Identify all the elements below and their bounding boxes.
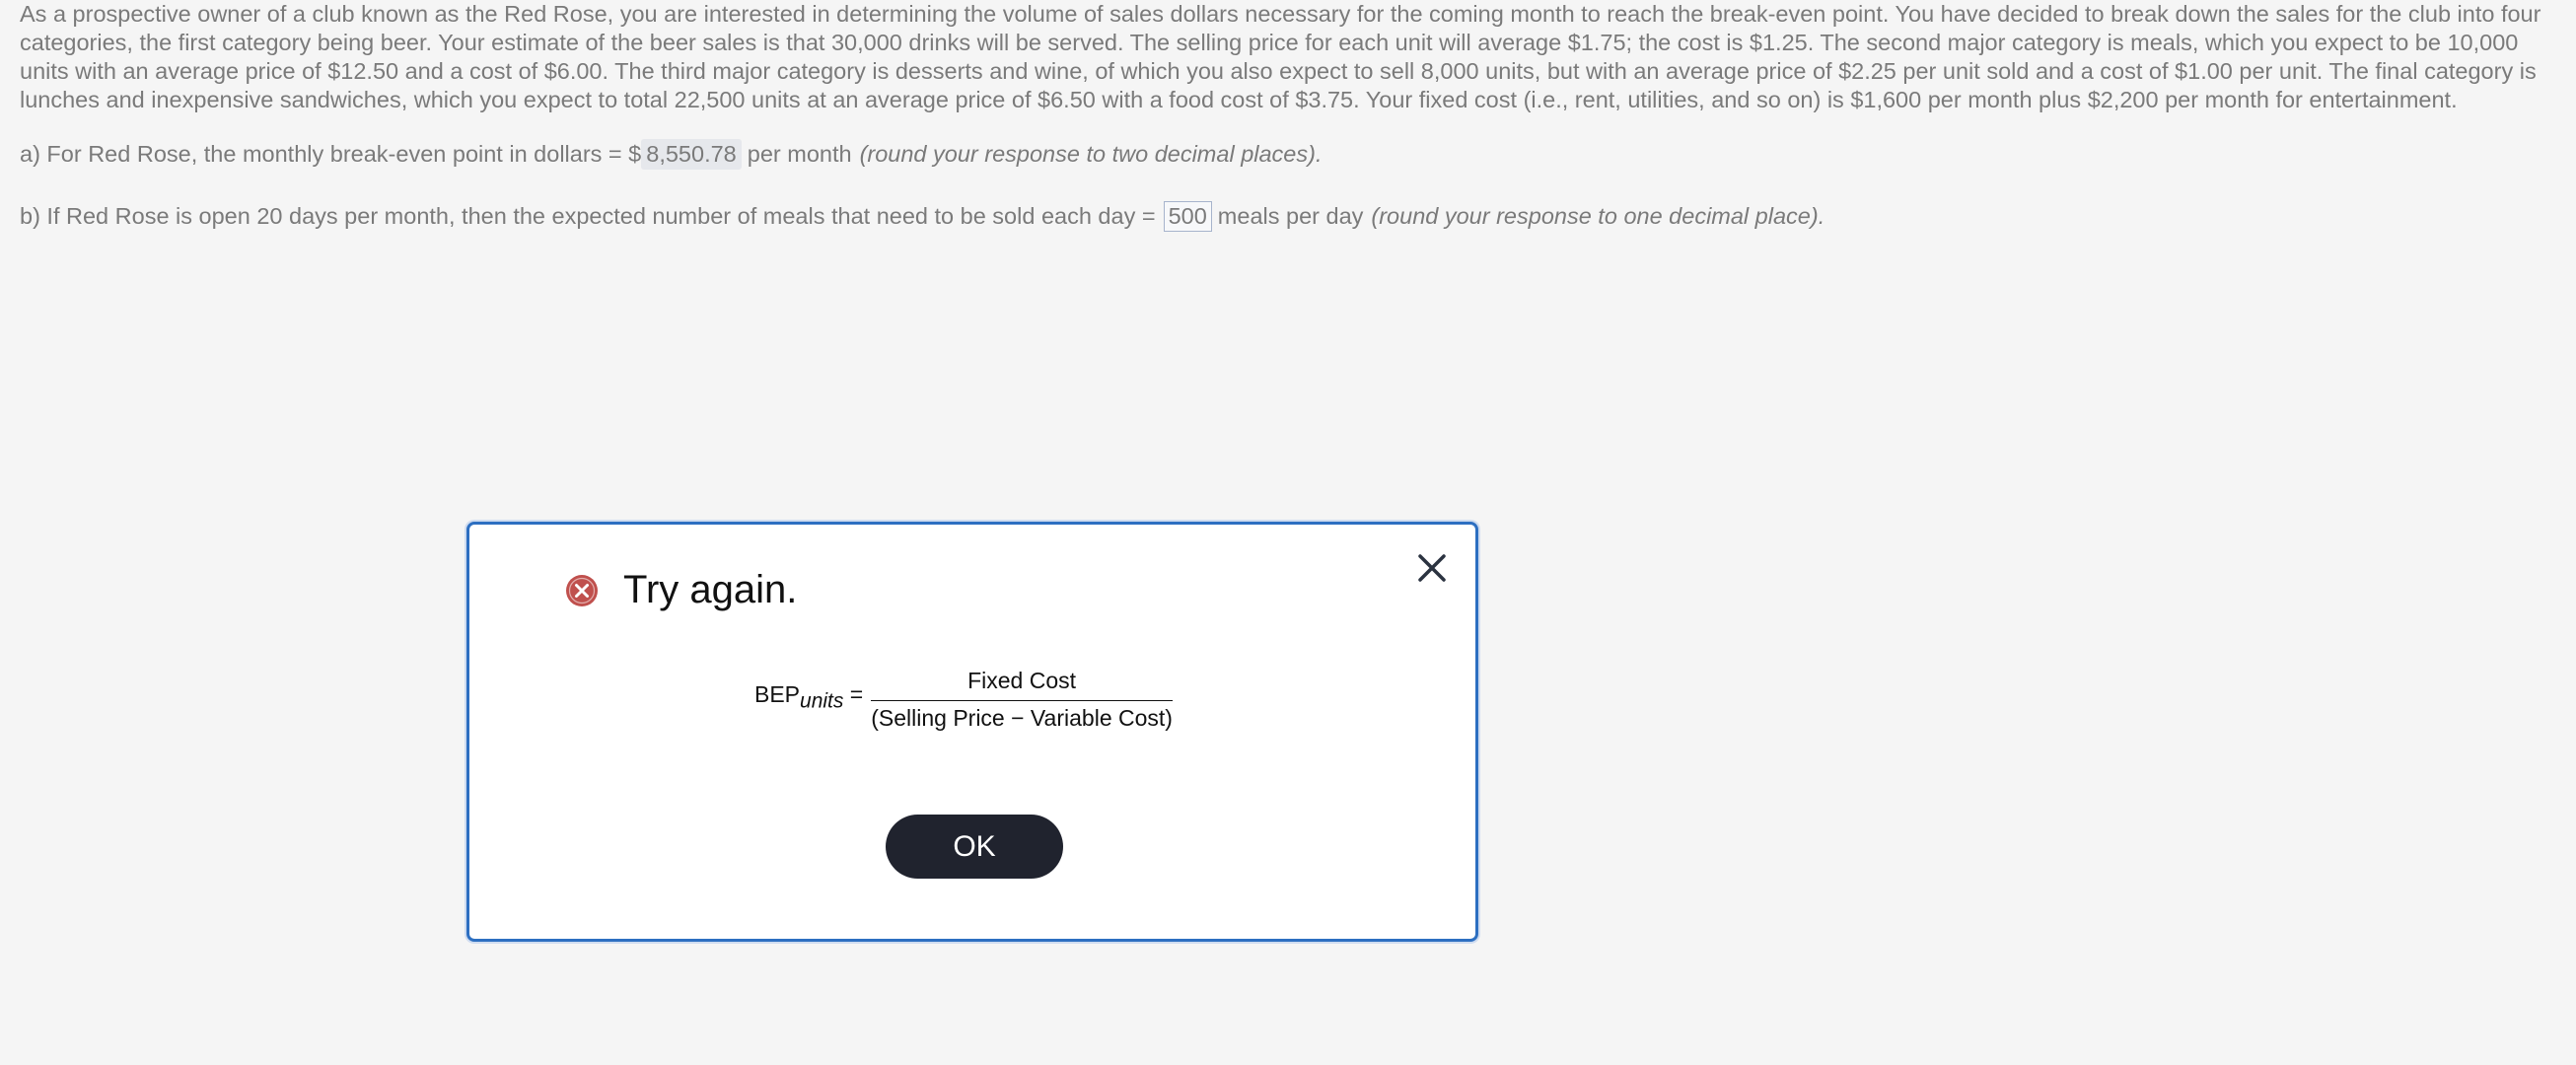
dialog-status: Try again. bbox=[565, 568, 797, 612]
question-a-answer-field[interactable]: 8,550.78 bbox=[641, 139, 742, 170]
formula-numerator: Fixed Cost bbox=[871, 668, 1173, 701]
formula-fraction: Fixed Cost (Selling Price − Variable Cos… bbox=[871, 668, 1173, 732]
question-a: a) For Red Rose, the monthly break-even … bbox=[20, 139, 1322, 170]
formula-lhs: BEPunits = bbox=[754, 681, 863, 714]
error-x-circle-icon bbox=[566, 574, 598, 606]
question-a-suffix: per month bbox=[747, 141, 852, 167]
question-b-prefix: b) If Red Rose is open 20 days per month… bbox=[20, 203, 1156, 229]
formula-denominator: (Selling Price − Variable Cost) bbox=[871, 705, 1173, 731]
question-b-rounding-note: (round your response to one decimal plac… bbox=[1371, 203, 1825, 229]
problem-text: As a prospective owner of a club known a… bbox=[20, 1, 2541, 112]
close-icon[interactable] bbox=[1412, 548, 1452, 588]
ok-button[interactable]: OK bbox=[886, 815, 1063, 879]
question-b-suffix: meals per day bbox=[1217, 203, 1364, 229]
question-a-prefix: a) For Red Rose, the monthly break-even … bbox=[20, 141, 642, 167]
feedback-dialog: Try again. BEPunits = Fixed Cost (Sellin… bbox=[466, 522, 1478, 942]
question-b: b) If Red Rose is open 20 days per month… bbox=[20, 201, 1825, 232]
page: As a prospective owner of a club known a… bbox=[0, 0, 2576, 1065]
formula-equals: = bbox=[849, 681, 864, 708]
question-a-rounding-note: (round your response to two decimal plac… bbox=[859, 141, 1323, 167]
formula-lhs-subscript: units bbox=[800, 689, 844, 713]
dialog-title: Try again. bbox=[623, 568, 798, 611]
bep-formula: BEPunits = Fixed Cost (Selling Price − V… bbox=[754, 668, 1173, 732]
formula-lhs-symbol: BEP bbox=[754, 681, 801, 708]
question-b-answer-field[interactable]: 500 bbox=[1163, 201, 1212, 232]
problem-statement: As a prospective owner of a club known a… bbox=[20, 0, 2564, 114]
